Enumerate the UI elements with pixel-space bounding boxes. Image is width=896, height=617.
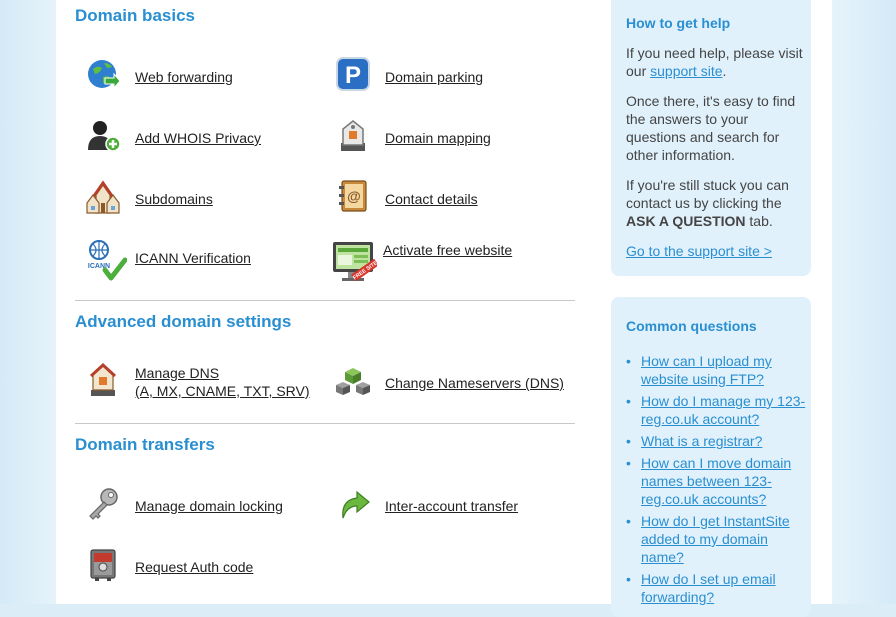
parking-sign-icon: P <box>336 57 370 91</box>
safe-icon <box>90 549 116 581</box>
house-mapping-icon <box>341 120 365 151</box>
inter-account-transfer-link[interactable]: Inter-account transfer <box>385 497 518 515</box>
help-paragraph-info: Once there, it's easy to find the answer… <box>626 93 796 163</box>
help-ask-text: If you're still stuck you can contact us… <box>626 177 789 211</box>
domain-mapping-link[interactable]: Domain mapping <box>385 129 491 147</box>
help-text-end: . <box>722 63 727 79</box>
request-auth-code-link[interactable]: Request Auth code <box>135 558 253 576</box>
divider-basics <box>75 300 575 301</box>
question-link-move-domains[interactable]: How can I move domain names between 123-… <box>641 455 791 507</box>
house-dns-icon <box>89 362 117 396</box>
list-item: How can I upload my website using FTP? <box>626 352 806 388</box>
globe-arrow-icon <box>88 60 121 90</box>
address-book-icon: @ <box>339 180 367 212</box>
question-link-instantsite[interactable]: How do I get InstantSite added to my dom… <box>641 513 790 565</box>
contact-details-link[interactable]: Contact details <box>385 190 478 208</box>
list-item: How do I set up email forwarding? <box>626 570 806 606</box>
page-background-left <box>0 0 56 604</box>
list-item: What is a registrar? <box>626 432 806 450</box>
houses-icon <box>86 180 120 214</box>
help-box-title: How to get help <box>626 15 731 31</box>
icann-check-icon: ICANN <box>88 240 127 281</box>
domain-parking-link[interactable]: Domain parking <box>385 68 483 86</box>
free-website-monitor-icon: FREE SITE <box>333 242 377 281</box>
help-box: How to get help If you need help, please… <box>611 0 811 276</box>
whois-privacy-link[interactable]: Add WHOIS Privacy <box>135 129 261 147</box>
question-link-email-forwarding[interactable]: How do I set up email forwarding? <box>641 571 776 605</box>
activate-free-website-link[interactable]: Activate free website <box>383 241 512 259</box>
list-item: How do I get InstantSite added to my dom… <box>626 512 806 566</box>
icann-verification-link[interactable]: ICANN Verification <box>135 249 251 267</box>
go-to-support-site-link[interactable]: Go to the support site > <box>626 242 806 260</box>
common-questions-list: How can I upload my website using FTP? H… <box>626 352 806 610</box>
help-paragraph-ask: If you're still stuck you can contact us… <box>626 176 806 230</box>
svg-text:P: P <box>345 62 361 89</box>
ask-question-tab-name: ASK A QUESTION <box>626 213 746 229</box>
svg-text:@: @ <box>347 188 361 204</box>
help-paragraph-support: If you need help, please visit our suppo… <box>626 44 806 80</box>
key-icon <box>89 488 118 520</box>
common-questions-box: Common questions How can I upload my web… <box>611 297 811 617</box>
support-site-link[interactable]: support site <box>650 63 722 79</box>
subdomains-link[interactable]: Subdomains <box>135 190 213 208</box>
manage-dns-record-types: (A, MX, CNAME, TXT, SRV) <box>135 383 310 399</box>
help-ask-text-end: tab. <box>745 213 773 229</box>
domain-locking-link[interactable]: Manage domain locking <box>135 497 283 515</box>
question-link-registrar[interactable]: What is a registrar? <box>641 433 762 449</box>
common-questions-title: Common questions <box>626 318 757 334</box>
question-link-manage-account[interactable]: How do I manage my 123-reg.co.uk account… <box>641 393 805 427</box>
manage-dns-link[interactable]: Manage DNS (A, MX, CNAME, TXT, SRV) <box>135 364 310 400</box>
user-add-icon <box>88 121 121 152</box>
list-item: How do I manage my 123-reg.co.uk account… <box>626 392 806 428</box>
manage-dns-label: Manage DNS <box>135 365 220 381</box>
section-title-advanced-settings: Advanced domain settings <box>75 312 292 331</box>
section-title-domain-basics: Domain basics <box>75 6 195 25</box>
question-link-ftp[interactable]: How can I upload my website using FTP? <box>641 353 772 387</box>
transfer-arrow-icon <box>342 490 370 519</box>
change-nameservers-link[interactable]: Change Nameservers (DNS) <box>385 374 564 392</box>
network-cubes-icon <box>336 368 370 395</box>
divider-advanced <box>75 423 575 424</box>
list-item: How can I move domain names between 123-… <box>626 454 806 508</box>
web-forwarding-link[interactable]: Web forwarding <box>135 68 233 86</box>
section-title-domain-transfers: Domain transfers <box>75 435 215 454</box>
page-background-right <box>832 0 896 604</box>
